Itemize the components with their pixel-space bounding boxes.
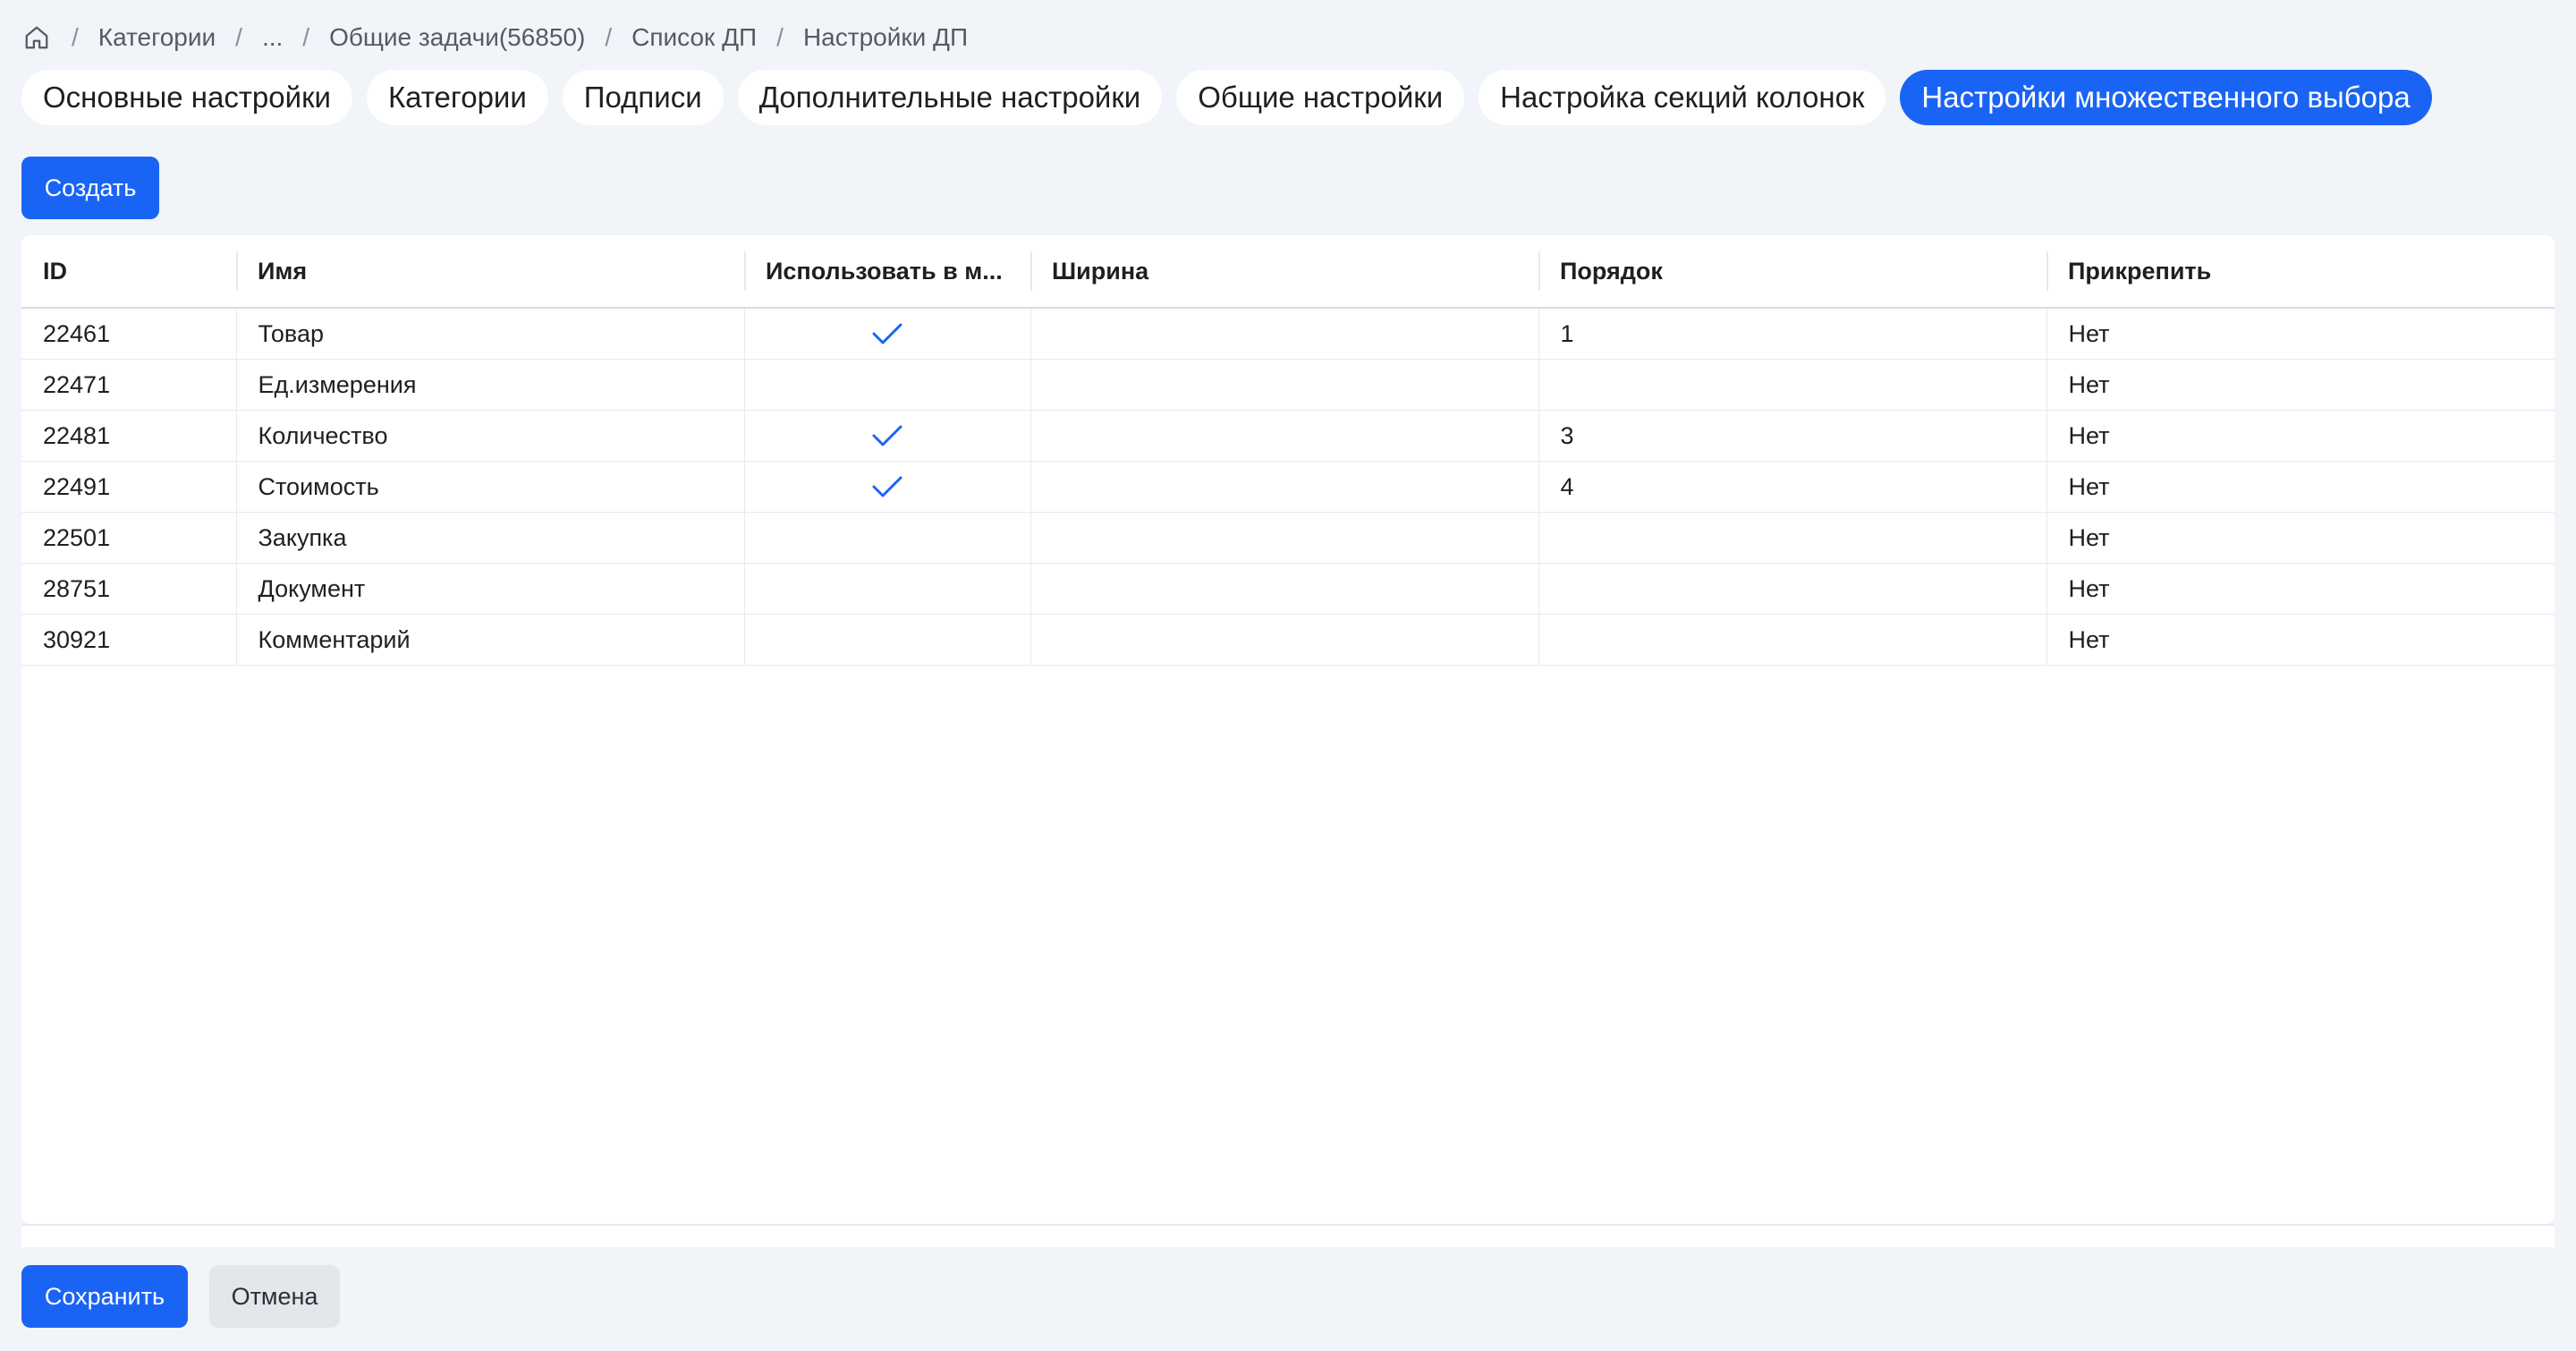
cancel-button[interactable]: Отмена [209,1265,340,1328]
save-button[interactable]: Сохранить [21,1265,188,1328]
cell-order: 4 [1538,461,2047,513]
column-header-name[interactable]: Имя [236,235,744,309]
tab-signatures[interactable]: Подписи [562,70,724,125]
tab-additional-settings[interactable]: Дополнительные настройки [737,70,1163,125]
cell-id: 28751 [21,563,237,615]
cell-use [744,461,1031,513]
column-header-id[interactable]: ID [21,235,236,309]
tab-column-sections[interactable]: Настройка секций колонок [1479,70,1886,125]
cell-width [1030,308,1539,360]
tab-general-settings[interactable]: Общие настройки [1176,70,1465,125]
table-row[interactable]: 30921 Комментарий Нет [21,614,2555,666]
tab-multiselect-settings[interactable]: Настройки множественного выбора [1900,70,2432,125]
cell-pin: Нет [2046,512,2555,564]
tab-main-settings[interactable]: Основные настройки [21,70,352,125]
breadcrumb: / Категории / ... / Общие задачи(56850) … [21,20,968,55]
check-icon [767,474,1009,499]
breadcrumb-item-common-tasks[interactable]: Общие задачи(56850) [329,23,585,52]
cell-order: 1 [1538,308,2047,360]
cell-name: Товар [236,308,745,360]
column-header-use[interactable]: Использовать в м... [744,235,1030,309]
cell-id: 22501 [21,512,237,564]
breadcrumb-item-categories[interactable]: Категории [98,23,216,52]
cell-pin: Нет [2046,359,2555,411]
breadcrumb-separator: / [72,23,79,51]
cell-id: 22471 [21,359,237,411]
cell-use [744,308,1031,360]
breadcrumb-separator: / [235,23,242,51]
table-header-row: ID Имя Использовать в м... Ширина Порядо… [21,235,2555,309]
breadcrumb-item-dp-settings: Настройки ДП [802,23,969,51]
cell-order [1538,512,2047,564]
breadcrumb-item-ellipsis[interactable]: ... [262,23,283,52]
cell-use [744,563,1031,615]
cell-pin: Нет [2046,563,2555,615]
cell-use [744,410,1031,462]
table-row[interactable]: 22491 Стоимость 4 Нет [21,461,2555,513]
cell-order [1538,359,2047,411]
cell-name: Документ [236,563,745,615]
cell-pin: Нет [2046,410,2555,462]
cell-width [1030,614,1539,666]
cell-id: 22461 [21,308,237,360]
settings-tabs: Основные настройки Категории Подписи Доп… [21,70,2432,125]
cell-id: 22491 [21,461,237,513]
table-row[interactable]: 22481 Количество 3 Нет [21,410,2555,462]
column-header-width[interactable]: Ширина [1030,235,1538,309]
cell-order: 3 [1538,410,2047,462]
table-row[interactable]: 22501 Закупка Нет [21,512,2555,564]
cell-pin: Нет [2046,461,2555,513]
cell-width [1030,359,1539,411]
cell-name: Закупка [236,512,745,564]
cell-width [1030,512,1539,564]
create-button[interactable]: Создать [21,157,159,219]
cell-use [744,614,1031,666]
cell-name: Комментарий [236,614,745,666]
column-header-order[interactable]: Порядок [1538,235,2046,309]
cell-id: 30921 [21,614,237,666]
table-row[interactable]: 22471 Ед.измерения Нет [21,359,2555,411]
tab-categories[interactable]: Категории [366,70,548,125]
breadcrumb-separator: / [605,23,613,51]
cell-width [1030,410,1539,462]
check-icon [767,321,1009,346]
home-icon[interactable] [21,22,52,53]
cell-name: Количество [236,410,745,462]
cell-pin: Нет [2046,308,2555,360]
cell-id: 22481 [21,410,237,462]
cell-order [1538,614,2047,666]
table-row[interactable]: 22461 Товар 1 Нет [21,308,2555,360]
breadcrumb-separator: / [302,23,310,51]
column-header-pin[interactable]: Прикрепить [2046,235,2555,309]
cell-order [1538,563,2047,615]
check-icon [767,423,1009,448]
cell-name: Стоимость [236,461,745,513]
fields-table-panel: ID Имя Использовать в м... Ширина Порядо… [21,235,2555,1224]
table-scroll-area [21,1224,2555,1247]
table-row[interactable]: 28751 Документ Нет [21,563,2555,615]
cell-pin: Нет [2046,614,2555,666]
cell-use [744,512,1031,564]
cell-width [1030,563,1539,615]
cell-width [1030,461,1539,513]
cell-use [744,359,1031,411]
breadcrumb-separator: / [776,23,784,51]
cell-name: Ед.измерения [236,359,745,411]
breadcrumb-item-dp-list[interactable]: Список ДП [631,23,757,52]
fields-table: ID Имя Использовать в м... Ширина Порядо… [21,235,2555,666]
